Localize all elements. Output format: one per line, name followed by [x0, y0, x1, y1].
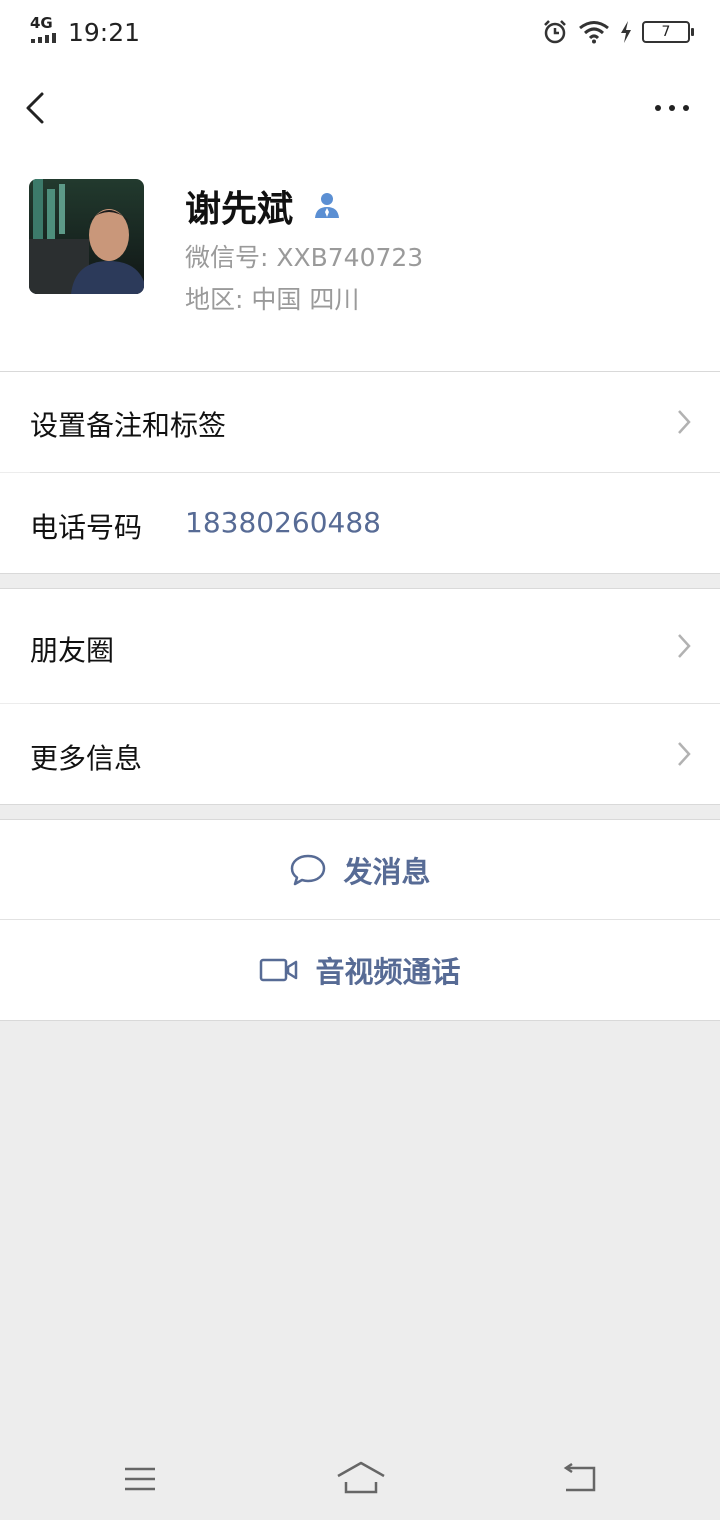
chevron-right-icon — [678, 742, 691, 766]
moments-label: 朋友圈 — [30, 634, 115, 667]
contact-person-icon — [315, 193, 339, 218]
video-call-button[interactable]: 音视频通话 — [0, 920, 720, 1020]
wechat-id: 微信号: XXB740723 — [185, 243, 424, 272]
charging-icon — [621, 21, 631, 43]
network-type: 4G — [30, 14, 53, 32]
video-camera-icon — [260, 958, 298, 982]
section-divider — [0, 1020, 720, 1021]
send-message-button[interactable]: 发消息 — [0, 820, 720, 920]
chat-bubble-icon — [291, 854, 326, 886]
back-nav-icon[interactable] — [560, 1462, 600, 1494]
send-message-label: 发消息 — [343, 855, 431, 889]
more-options-icon[interactable] — [652, 94, 692, 122]
more-info-label: 更多信息 — [30, 742, 143, 775]
phone-label: 电话号码 — [30, 511, 143, 544]
back-arrow-icon[interactable] — [20, 86, 56, 130]
region: 地区: 中国 四川 — [185, 285, 360, 314]
contact-name: 谢先斌 — [185, 189, 294, 230]
status-bar: 4G 19:21 7 — [0, 0, 720, 66]
phone-row[interactable]: 电话号码 18380260488 — [0, 473, 720, 573]
status-icons: 7 — [542, 18, 694, 46]
profile-header: 谢先斌 微信号: XXB740723 地区: 中国 四川 — [0, 150, 720, 371]
signal-icon — [31, 33, 56, 43]
home-icon[interactable] — [336, 1460, 386, 1496]
battery-icon: 7 — [642, 21, 694, 43]
top-nav-bar — [0, 66, 720, 150]
clock: 19:21 — [68, 18, 141, 47]
moments-row[interactable]: 朋友圈 — [0, 589, 720, 703]
chevron-right-icon — [678, 410, 691, 434]
section-divider — [0, 804, 720, 805]
wifi-icon — [579, 21, 609, 44]
chevron-right-icon — [678, 634, 691, 658]
alarm-icon — [544, 20, 566, 44]
avatar[interactable] — [29, 179, 144, 294]
phone-number[interactable]: 18380260488 — [185, 506, 381, 539]
remark-and-tags-row[interactable]: 设置备注和标签 — [0, 372, 720, 472]
system-navigation-bar — [0, 1440, 720, 1520]
more-info-row[interactable]: 更多信息 — [0, 704, 720, 804]
section-divider — [0, 573, 720, 574]
remark-and-tags-label: 设置备注和标签 — [30, 409, 227, 442]
menu-icon[interactable] — [122, 1464, 158, 1494]
video-call-label: 音视频通话 — [315, 955, 461, 989]
